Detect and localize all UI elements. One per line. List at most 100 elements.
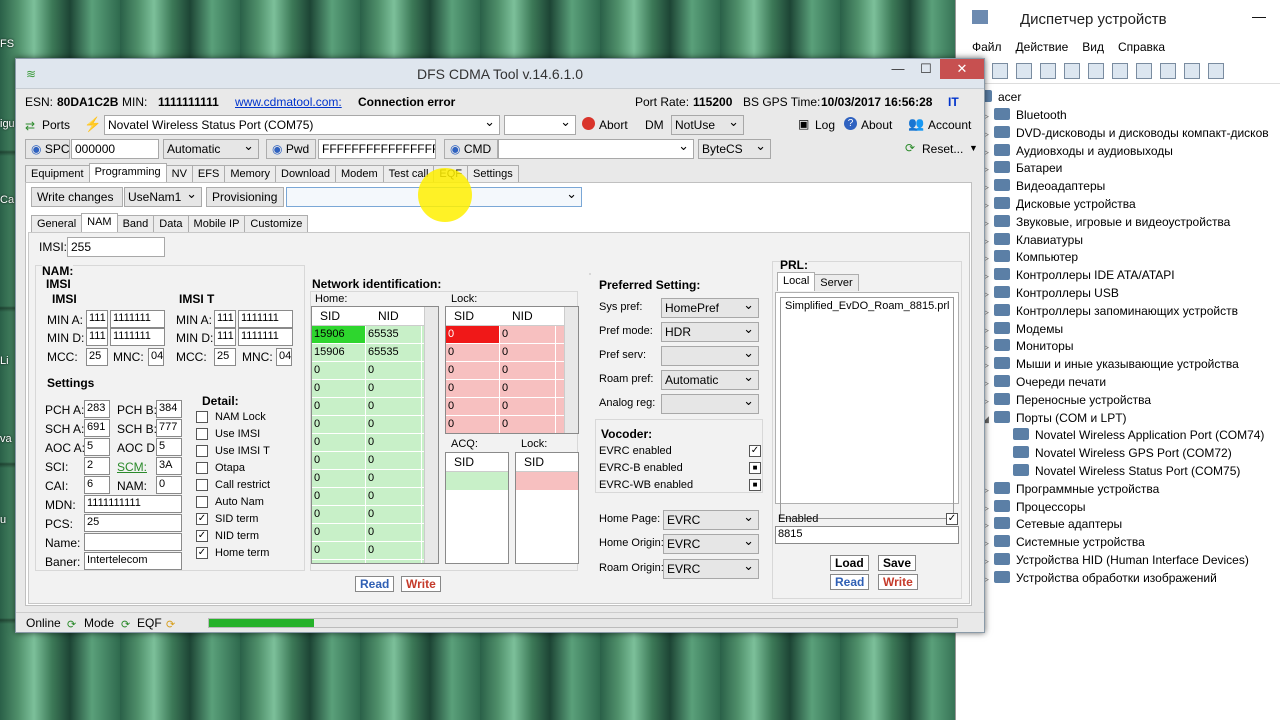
- tree-node[interactable]: ▷ Дисковые устройства: [982, 195, 1136, 213]
- log-button[interactable]: Log: [815, 118, 835, 132]
- properties-icon[interactable]: [1040, 62, 1056, 79]
- lock-grid[interactable]: SIDNID 00000000000000: [445, 306, 579, 434]
- tab-nv[interactable]: NV: [165, 165, 193, 182]
- desktop-icon-label[interactable]: FS: [0, 38, 14, 50]
- bytecs-select[interactable]: ByteCS: [698, 139, 771, 159]
- tree-node[interactable]: Novatel Wireless Application Port (COM74…: [1013, 426, 1264, 444]
- tab-modem[interactable]: Modem: [334, 165, 384, 182]
- it-link[interactable]: IT: [948, 95, 959, 109]
- grid-row[interactable]: 00: [312, 398, 438, 416]
- tab-memory[interactable]: Memory: [224, 165, 277, 182]
- spc-mode-select[interactable]: Automatic: [163, 139, 259, 159]
- tree-node[interactable]: ◢ Порты (COM и LPT): [982, 409, 1127, 427]
- abort-button[interactable]: Abort: [599, 118, 628, 132]
- grid-row[interactable]: 15906 65535: [312, 326, 438, 344]
- grid-row[interactable]: 00: [446, 380, 578, 398]
- pwd-input[interactable]: FFFFFFFFFFFFFFFF: [318, 139, 436, 159]
- baner-input[interactable]: Intertelecom: [84, 552, 182, 570]
- detail-checkbox[interactable]: [196, 462, 208, 474]
- minimize-icon[interactable]: —: [1252, 8, 1266, 24]
- spc-input[interactable]: 000000: [71, 139, 159, 159]
- minimize-button[interactable]: —: [884, 59, 912, 79]
- help-icon[interactable]: [1088, 62, 1104, 79]
- menu-item[interactable]: Вид: [1082, 40, 1104, 54]
- tree-node[interactable]: ▷ Очереди печати: [982, 373, 1106, 391]
- grid-row[interactable]: 00: [446, 398, 578, 416]
- close-button[interactable]: ✕: [940, 59, 984, 79]
- imsi-mcc-input[interactable]: 25: [86, 348, 108, 366]
- connect-icon[interactable]: ⚡: [84, 116, 101, 133]
- detail-item[interactable]: ✓ Home term: [196, 546, 296, 562]
- detail-item[interactable]: Otapa: [196, 461, 296, 477]
- detail-item[interactable]: Use IMSI: [196, 427, 296, 443]
- tab-settings[interactable]: Settings: [467, 165, 519, 182]
- detail-item[interactable]: Auto Nam: [196, 495, 296, 511]
- aoc-a-input[interactable]: 5: [84, 438, 110, 456]
- pwd-button[interactable]: ◉ Pwd: [266, 139, 316, 159]
- prl-enabled-checkbox[interactable]: ✓: [946, 513, 958, 525]
- scan-icon[interactable]: [1136, 62, 1152, 79]
- prl-version-input[interactable]: 8815: [775, 526, 959, 544]
- grid-row[interactable]: 00: [312, 560, 438, 563]
- tree-node[interactable]: ▷ Программные устройства: [982, 480, 1159, 498]
- lock-scrollbar[interactable]: [564, 307, 578, 433]
- reset-dropdown-icon[interactable]: ▼: [969, 143, 978, 153]
- name-input[interactable]: [84, 533, 182, 551]
- reset-button[interactable]: Reset...: [922, 142, 963, 156]
- about-button[interactable]: About: [861, 118, 892, 132]
- port-extra-select[interactable]: [504, 115, 576, 135]
- tree-node[interactable]: ▷ Устройства обработки изображений: [982, 569, 1217, 587]
- pref-mode-select[interactable]: HDR: [661, 322, 759, 342]
- tree-node[interactable]: ▷ Системные устройства: [982, 533, 1145, 551]
- imsi-min-a-2[interactable]: 1111111: [110, 310, 165, 328]
- spc-button[interactable]: ◉ SPC: [25, 139, 70, 159]
- tree-node[interactable]: ▷ Переносные устройства: [982, 391, 1151, 409]
- grid-row[interactable]: 00: [312, 506, 438, 524]
- tree-node[interactable]: ▷ Контроллеры запоминающих устройств: [982, 302, 1238, 320]
- tree-node[interactable]: ▷ Bluetooth: [982, 106, 1067, 124]
- grid-row[interactable]: 00: [312, 524, 438, 542]
- nam-index-input[interactable]: 0: [156, 476, 182, 494]
- detail-item[interactable]: Call restrict: [196, 478, 296, 494]
- tree-node[interactable]: Novatel Wireless GPS Port (COM72): [1013, 444, 1232, 462]
- pref-serv-select[interactable]: [661, 346, 759, 366]
- tab-programming[interactable]: Programming: [88, 163, 167, 182]
- account-button[interactable]: Account: [928, 118, 971, 132]
- evrcb-checkbox[interactable]: ■: [749, 462, 761, 474]
- sci-input[interactable]: 2: [84, 457, 110, 475]
- roam-origin-select[interactable]: EVRC: [663, 559, 759, 579]
- subtab-nam[interactable]: NAM: [81, 213, 118, 232]
- cmd-select[interactable]: [498, 139, 694, 159]
- ports-button[interactable]: Ports: [42, 118, 70, 132]
- nam-select[interactable]: UseNam1: [124, 187, 202, 207]
- website-link[interactable]: www.cdmatool.com:: [235, 95, 342, 109]
- menu-item[interactable]: Справка: [1118, 40, 1165, 54]
- desktop-icon-label[interactable]: u: [0, 514, 6, 526]
- grid-row[interactable]: 15906 65535: [312, 344, 438, 362]
- sch-a-input[interactable]: 691: [84, 419, 110, 437]
- tree-node[interactable]: ▷ Контроллеры IDE ATA/ATAPI: [982, 266, 1175, 284]
- dm-select[interactable]: NotUse: [671, 115, 744, 135]
- grid-row[interactable]: 00: [312, 470, 438, 488]
- tree-node[interactable]: ▷ Клавиатуры: [982, 231, 1083, 249]
- evrcwb-checkbox[interactable]: ■: [749, 479, 761, 491]
- subtab-band[interactable]: Band: [116, 215, 155, 232]
- roam-pref-select[interactable]: Automatic: [661, 370, 759, 390]
- back-icon[interactable]: [992, 62, 1008, 79]
- subtab-general[interactable]: General: [31, 215, 83, 232]
- tab-server[interactable]: Server: [814, 274, 859, 291]
- imsi-t-min-a-2[interactable]: 1111111: [238, 310, 293, 328]
- tree-node[interactable]: ▷ DVD-дисководы и дисководы компакт-диско…: [982, 124, 1269, 142]
- desktop-icon-label[interactable]: va: [0, 433, 12, 445]
- cmd-button[interactable]: ◉ CMD: [444, 139, 498, 159]
- tree-node[interactable]: ▷ Аудиовходы и аудиовыходы: [982, 142, 1173, 160]
- detail-item[interactable]: ✓ SID term: [196, 512, 296, 528]
- disable-icon[interactable]: [1184, 62, 1200, 79]
- detail-checkbox[interactable]: [196, 479, 208, 491]
- grid-row[interactable]: 00: [312, 488, 438, 506]
- subtab-mobile-ip[interactable]: Mobile IP: [187, 215, 246, 232]
- grid-row[interactable]: 00: [446, 326, 578, 344]
- tree-node[interactable]: ▷ Мыши и иные указывающие устройства: [982, 355, 1239, 373]
- prl-read-button[interactable]: Read: [830, 574, 870, 590]
- analog-reg-select[interactable]: [661, 394, 759, 414]
